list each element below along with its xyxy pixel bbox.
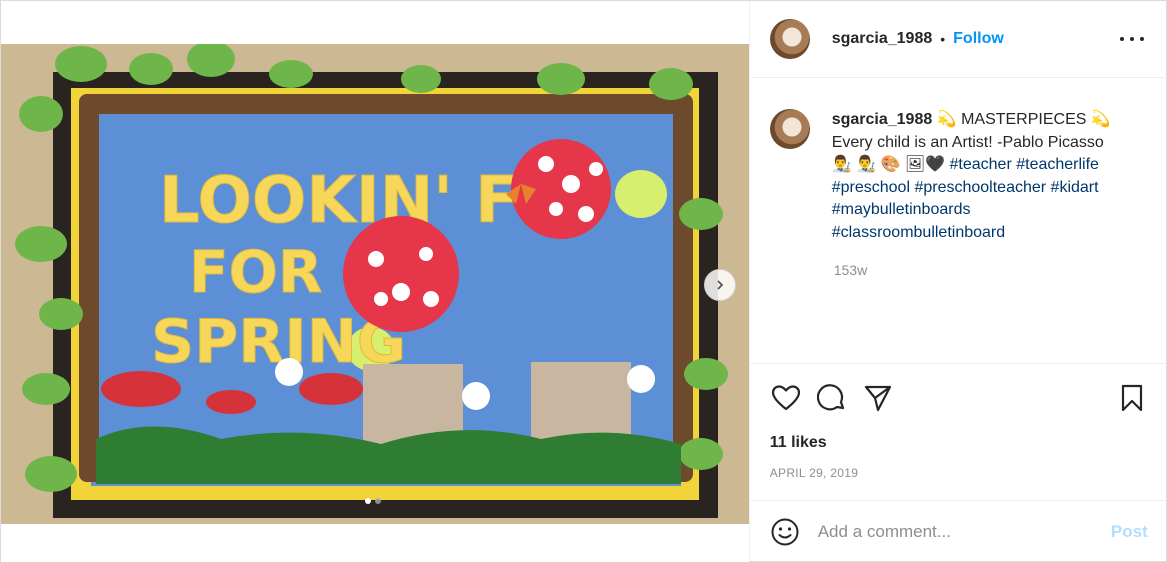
caption-timestamp[interactable]: 153w xyxy=(834,262,867,278)
comment-bar: Post xyxy=(749,500,1167,562)
save-button[interactable] xyxy=(1116,382,1148,414)
post-container: LOOKIN' FLY FOR SPRING sgarcia_1988 • Fo… xyxy=(0,0,1167,562)
emoji-icon[interactable] xyxy=(770,517,800,547)
carousel-indicator xyxy=(365,498,381,504)
more-options-icon[interactable] xyxy=(1119,29,1144,49)
likes-count[interactable]: 11 likes xyxy=(770,434,827,452)
hashtag-link[interactable]: #classroombulletinboard xyxy=(832,224,1005,241)
heart-icon xyxy=(771,385,800,411)
hashtag-link[interactable]: #kidart xyxy=(1051,179,1099,196)
caption: sgarcia_1988 💫 MASTERPIECES 💫 Every chil… xyxy=(769,109,1160,244)
post-side-panel: sgarcia_1988 • Follow sgarcia_1988 💫 MAS… xyxy=(748,1,1167,562)
next-image-button[interactable] xyxy=(704,269,736,301)
chevron-right-icon xyxy=(717,280,724,290)
share-icon xyxy=(864,385,891,412)
hashtag-link[interactable]: #teacherlife xyxy=(1016,156,1099,173)
comment-button[interactable] xyxy=(816,382,848,414)
caption-avatar[interactable] xyxy=(769,109,810,149)
follow-button[interactable]: Follow xyxy=(953,30,1004,48)
caption-line2: Every child is an Artist! -Pablo Picasso xyxy=(831,133,1104,151)
board-title-line2: FOR xyxy=(189,238,323,306)
comment-input[interactable] xyxy=(817,522,1111,542)
header-username[interactable]: sgarcia_1988 xyxy=(832,30,933,48)
bulletin-board-image: LOOKIN' FLY FOR SPRING xyxy=(1,44,750,524)
hashtag-link[interactable]: #preschoolteacher xyxy=(914,179,1046,196)
carousel-dot-1 xyxy=(365,498,371,504)
caption-emojis: 👨‍🎨 👨‍🎨 🎨 🖼🖤 xyxy=(831,156,950,173)
like-button[interactable] xyxy=(770,382,802,414)
caption-line1: 💫 MASTERPIECES 💫 xyxy=(932,111,1111,128)
comment-icon xyxy=(816,384,844,411)
post-comment-button[interactable]: Post xyxy=(1111,522,1148,542)
post-photo[interactable]: LOOKIN' FLY FOR SPRING xyxy=(1,44,750,524)
bookmark-icon xyxy=(1121,384,1142,412)
post-media: LOOKIN' FLY FOR SPRING xyxy=(1,1,750,562)
share-button[interactable] xyxy=(862,382,894,414)
post-date[interactable]: APRIL 29, 2019 xyxy=(770,466,858,480)
post-actions: 11 likes APRIL 29, 2019 xyxy=(749,363,1167,500)
carousel-dot-2 xyxy=(375,498,381,504)
hashtag-link[interactable]: #maybulletinboards xyxy=(832,201,971,218)
avatar[interactable] xyxy=(769,19,810,59)
header-separator: • xyxy=(940,31,946,47)
post-header: sgarcia_1988 • Follow xyxy=(749,1,1167,78)
caption-text: sgarcia_1988 💫 MASTERPIECES 💫 Every chil… xyxy=(832,109,1111,244)
hashtag-link[interactable]: #preschool xyxy=(832,179,910,196)
action-icons xyxy=(770,382,894,414)
caption-username[interactable]: sgarcia_1988 xyxy=(832,111,933,128)
hashtag-link[interactable]: #teacher xyxy=(950,156,1012,173)
